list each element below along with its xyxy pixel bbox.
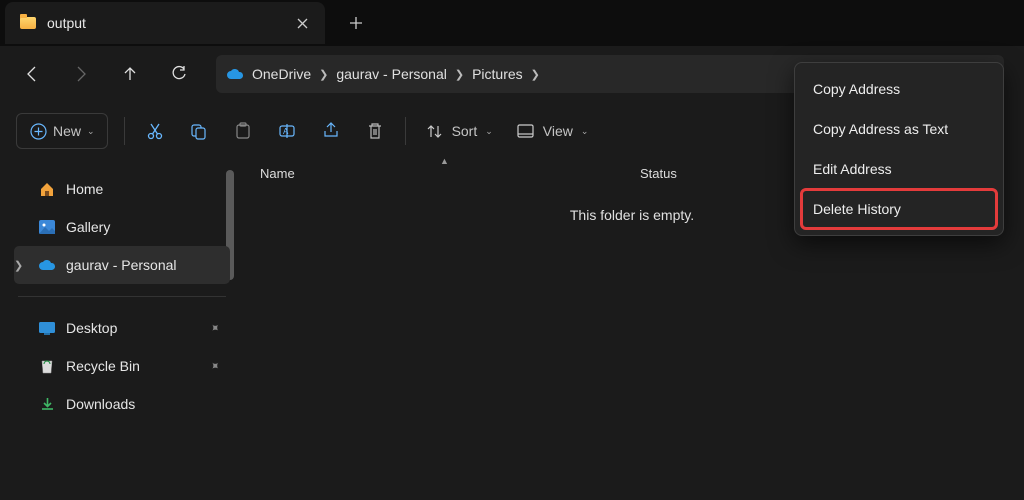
pin-icon: ✦ (206, 357, 223, 374)
cut-button[interactable] (133, 113, 177, 149)
context-menu: Copy Address Copy Address as Text Edit A… (794, 62, 1004, 236)
back-button[interactable] (10, 54, 54, 94)
copy-button[interactable] (177, 113, 221, 149)
ctx-copy-address-text[interactable]: Copy Address as Text (801, 109, 997, 149)
ctx-delete-history[interactable]: Delete History (801, 189, 997, 229)
tab-title: output (47, 15, 86, 31)
close-icon[interactable] (293, 14, 311, 32)
home-icon (38, 180, 56, 198)
delete-button[interactable] (353, 113, 397, 149)
ctx-copy-address[interactable]: Copy Address (801, 69, 997, 109)
separator (124, 117, 125, 145)
sidebar-item-gallery[interactable]: Gallery (14, 208, 230, 246)
sidebar-item-desktop[interactable]: Desktop ✦ (14, 309, 230, 347)
sort-icon (426, 122, 444, 140)
sidebar-item-label: Home (66, 181, 103, 197)
separator (405, 117, 406, 145)
column-header-name[interactable]: Name (260, 166, 640, 181)
forward-button[interactable] (59, 54, 103, 94)
plus-circle-icon (29, 122, 47, 140)
tab-bar: output (0, 0, 1024, 46)
view-icon (517, 122, 535, 140)
sidebar-item-label: Gallery (66, 219, 110, 235)
up-button[interactable] (108, 54, 152, 94)
new-button[interactable]: New ⌄ (16, 113, 108, 149)
tab-active[interactable]: output (5, 2, 325, 44)
breadcrumb-item[interactable]: Pictures (472, 66, 523, 82)
downloads-icon (38, 395, 56, 413)
separator (18, 296, 226, 297)
chevron-right-icon[interactable]: ❯ (531, 68, 540, 81)
sidebar-item-downloads[interactable]: Downloads (14, 385, 230, 423)
ctx-edit-address[interactable]: Edit Address (801, 149, 997, 189)
sort-button[interactable]: Sort ⌄ (414, 113, 505, 149)
new-tab-button[interactable] (339, 6, 373, 40)
sort-indicator-icon: ▲ (440, 156, 449, 166)
view-button[interactable]: View ⌄ (505, 113, 601, 149)
onedrive-cloud-icon (226, 65, 244, 83)
share-button[interactable] (309, 113, 353, 149)
onedrive-cloud-icon (38, 256, 56, 274)
recycle-bin-icon (38, 357, 56, 375)
sidebar-item-home[interactable]: Home (14, 170, 230, 208)
chevron-right-icon: ❯ (14, 259, 23, 272)
sidebar: Home Gallery ❯ gaurav - Personal Desktop… (0, 160, 240, 500)
chevron-right-icon[interactable]: ❯ (455, 68, 464, 81)
sidebar-item-label: Desktop (66, 320, 117, 336)
chevron-down-icon: ⌄ (581, 126, 589, 137)
sidebar-item-personal[interactable]: ❯ gaurav - Personal (14, 246, 230, 284)
svg-text:A: A (283, 127, 289, 136)
pin-icon: ✦ (206, 319, 223, 336)
chevron-right-icon[interactable]: ❯ (319, 68, 328, 81)
chevron-down-icon: ⌄ (485, 126, 493, 137)
rename-button[interactable]: A (265, 113, 309, 149)
sidebar-item-label: Downloads (66, 396, 135, 412)
sort-label: Sort (452, 123, 478, 139)
sidebar-item-label: gaurav - Personal (66, 257, 177, 273)
desktop-icon (38, 319, 56, 337)
gallery-icon (38, 218, 56, 236)
chevron-down-icon: ⌄ (87, 126, 95, 137)
breadcrumb-item[interactable]: gaurav - Personal (336, 66, 447, 82)
folder-icon (19, 14, 37, 32)
new-label: New (53, 123, 81, 139)
sidebar-item-label: Recycle Bin (66, 358, 140, 374)
sidebar-item-recycle[interactable]: Recycle Bin ✦ (14, 347, 230, 385)
view-label: View (543, 123, 573, 139)
breadcrumb-item[interactable]: OneDrive (252, 66, 311, 82)
paste-button[interactable] (221, 113, 265, 149)
refresh-button[interactable] (157, 54, 201, 94)
